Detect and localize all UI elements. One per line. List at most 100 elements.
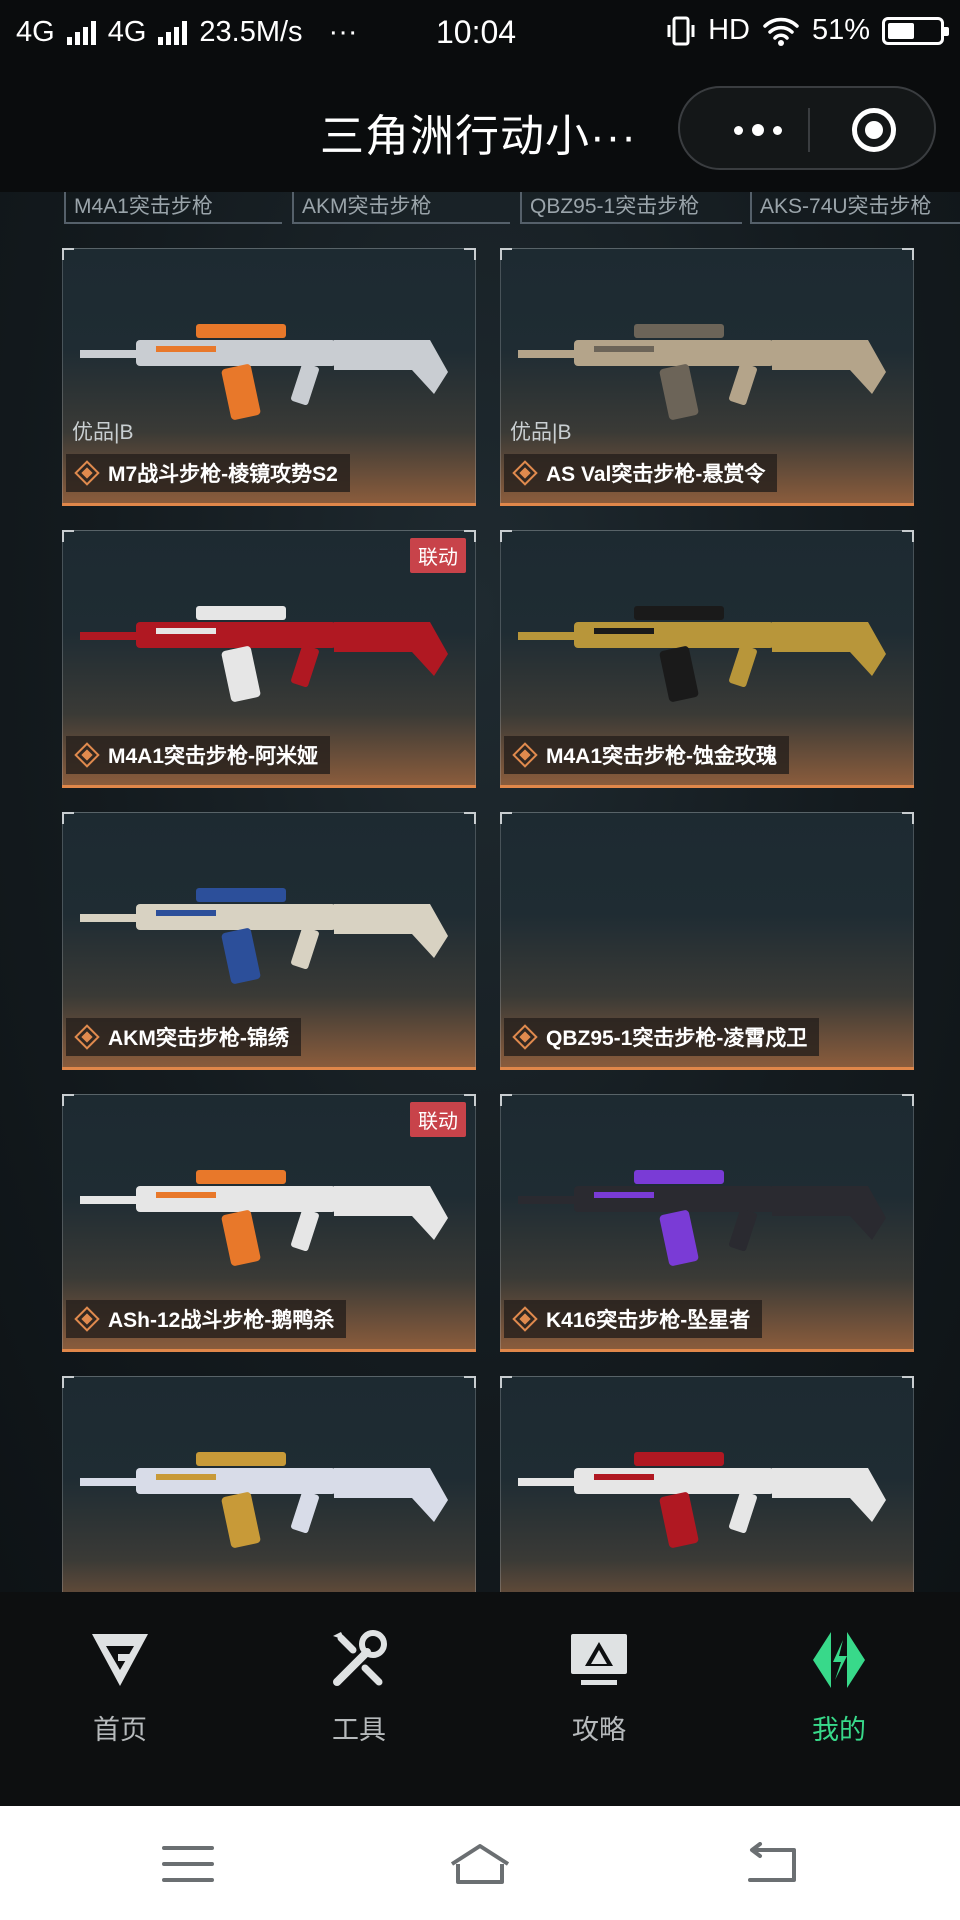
- nav-profile[interactable]: 我的: [764, 1628, 914, 1758]
- card-frame-decoration: [62, 248, 63, 503]
- card-frame-decoration: [902, 248, 914, 260]
- skin-name-tag: AKM突击步枪-锦绣: [66, 1018, 301, 1056]
- skin-card[interactable]: AKM突击步枪-锦绣: [62, 812, 476, 1070]
- card-frame-decoration: [902, 1376, 914, 1388]
- skin-card[interactable]: 联动 M4A1突击步枪-阿米娅: [62, 530, 476, 788]
- skin-card[interactable]: K416突击步枪-坠星者: [500, 1094, 914, 1352]
- quality-diamond-icon: [74, 742, 100, 768]
- card-frame-decoration: [62, 1094, 476, 1095]
- card-frame-decoration: [500, 812, 501, 1067]
- skin-card[interactable]: 优品|B AS Val突击步枪-悬赏令: [500, 248, 914, 506]
- close-mini-program-button[interactable]: [852, 108, 896, 152]
- status-bar: 4G 4G 23.5M/s ··· 10:04 HD 51%: [0, 0, 960, 66]
- network-label-2: 4G: [107, 16, 147, 48]
- card-frame-decoration: [62, 1094, 74, 1106]
- skin-name-tag: QBZ95-1突击步枪-凌霄戍卫: [504, 1018, 820, 1056]
- nav-home[interactable]: 首页: [45, 1628, 195, 1758]
- card-frame-decoration: [475, 1376, 476, 1592]
- filter-tab-aks74u[interactable]: AKS-74U突击步枪: [750, 192, 960, 224]
- weapon-filter-tabs: M4A1突击步枪 AKM突击步枪 QBZ95-1突击步枪 AKS-74U突击步枪: [0, 192, 960, 226]
- filter-tab-m4a1[interactable]: M4A1突击步枪: [64, 192, 282, 224]
- skin-name: M4A1突击步枪-阿米娅: [108, 745, 319, 768]
- weapon-skin-image: [80, 324, 448, 420]
- bottom-tab-bar: 首页 工具 攻略 我的: [0, 1592, 960, 1806]
- card-frame-decoration: [62, 1094, 63, 1349]
- quality-diamond-icon: [74, 1306, 100, 1332]
- weapon-skin-image: [80, 606, 448, 702]
- skin-list: M4A1突击步枪 AKM突击步枪 QBZ95-1突击步枪 AKS-74U突击步枪…: [0, 192, 960, 1592]
- page-title: 三角洲行动小···: [320, 112, 637, 161]
- card-frame-decoration: [475, 530, 476, 785]
- weapon-skin-image: [518, 324, 886, 420]
- quality-diamond-icon: [512, 742, 538, 768]
- card-frame-decoration: [902, 530, 914, 542]
- weapon-skin-image: [518, 1452, 886, 1548]
- card-frame-decoration: [62, 248, 74, 260]
- home-icon[interactable]: [448, 1842, 512, 1886]
- card-frame-decoration: [500, 812, 914, 813]
- weapon-skin-image: [80, 888, 448, 984]
- skin-card[interactable]: 联动 ASh-12战斗步枪-鹅鸭杀: [62, 1094, 476, 1352]
- card-frame-decoration: [500, 248, 914, 249]
- nav-profile-label: 我的: [812, 1715, 866, 1745]
- mini-program-capsule: [678, 86, 936, 170]
- weapon-skin-image: [518, 606, 886, 702]
- signal-icon: [66, 20, 96, 45]
- card-frame-decoration: [62, 530, 476, 531]
- skin-name: M4A1突击步枪-蚀金玫瑰: [546, 745, 778, 768]
- vibrate-icon: [667, 16, 695, 45]
- skin-card[interactable]: [500, 1376, 914, 1592]
- more-notifications: ···: [328, 16, 358, 48]
- nav-tools[interactable]: 工具: [284, 1628, 434, 1758]
- weapon-skin-image: [80, 1452, 448, 1548]
- hd-label: HD: [708, 14, 750, 46]
- card-frame-decoration: [62, 1376, 476, 1377]
- more-menu-button[interactable]: [718, 112, 798, 148]
- card-frame-decoration: [464, 812, 476, 824]
- skin-card[interactable]: M4A1突击步枪-蚀金玫瑰: [500, 530, 914, 788]
- card-frame-decoration: [913, 248, 914, 503]
- guide-monitor-icon: [571, 1634, 627, 1685]
- card-frame-decoration: [913, 1094, 914, 1349]
- skin-name: ASh-12战斗步枪-鹅鸭杀: [108, 1309, 335, 1332]
- weapon-skin-image: [80, 1170, 448, 1266]
- card-frame-decoration: [475, 1094, 476, 1349]
- filter-tab-akm[interactable]: AKM突击步枪: [292, 192, 510, 224]
- card-frame-decoration: [500, 1094, 501, 1349]
- skin-card[interactable]: 优品|B M7战斗步枪-棱镜攻势S2: [62, 248, 476, 506]
- card-frame-decoration: [500, 530, 914, 531]
- menu-icon[interactable]: [156, 1842, 220, 1886]
- skin-name: AS Val突击步枪-悬赏令: [546, 463, 766, 486]
- home-logo-icon: [92, 1634, 148, 1686]
- card-frame-decoration: [62, 1376, 63, 1592]
- system-navigation-bar: [0, 1806, 960, 1920]
- battery-percent: 51%: [811, 14, 870, 46]
- weapon-skin-image: [518, 1170, 886, 1266]
- card-frame-decoration: [500, 1376, 501, 1592]
- card-frame-decoration: [475, 812, 476, 1067]
- card-frame-decoration: [500, 530, 501, 785]
- network-label-1: 4G: [16, 16, 55, 48]
- card-frame-decoration: [500, 1094, 914, 1095]
- card-frame-decoration: [902, 1094, 914, 1106]
- card-frame-decoration: [500, 1376, 512, 1388]
- skin-name-tag: K416突击步枪-坠星者: [504, 1300, 763, 1338]
- card-frame-decoration: [500, 1376, 914, 1377]
- filter-tab-qbz95[interactable]: QBZ95-1突击步枪: [520, 192, 742, 224]
- skin-name-tag: M4A1突击步枪-阿米娅: [66, 736, 331, 774]
- skin-card[interactable]: [62, 1376, 476, 1592]
- skin-name: AKM突击步枪-锦绣: [108, 1027, 289, 1050]
- skin-name: K416突击步枪-坠星者: [546, 1309, 751, 1332]
- card-frame-decoration: [500, 248, 501, 503]
- card-frame-decoration: [62, 812, 476, 813]
- mini-program-title-bar: 三角洲行动小···: [0, 66, 960, 192]
- card-frame-decoration: [500, 530, 512, 542]
- quality-diamond-icon: [512, 460, 538, 486]
- grade-label: 优品|B: [510, 421, 572, 444]
- back-icon[interactable]: [740, 1842, 804, 1886]
- skin-card[interactable]: QBZ95-1突击步枪-凌霄戍卫: [500, 812, 914, 1070]
- card-frame-decoration: [62, 530, 74, 542]
- collab-badge: 联动: [410, 1102, 466, 1137]
- nav-guide[interactable]: 攻略: [524, 1628, 674, 1758]
- card-frame-decoration: [902, 812, 914, 824]
